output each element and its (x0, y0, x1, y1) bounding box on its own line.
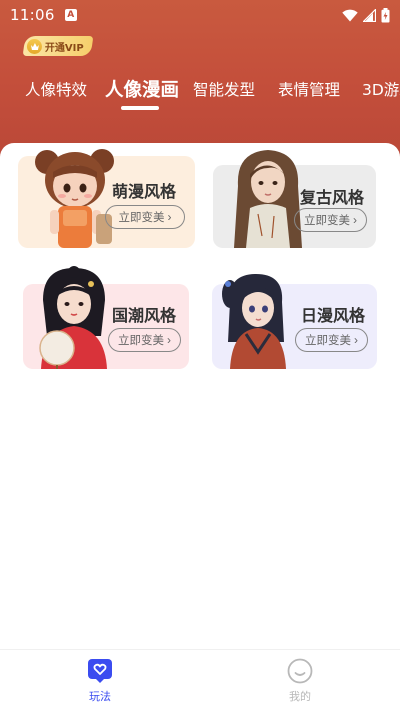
tab-smart-hairstyle[interactable]: 智能发型 (193, 78, 255, 100)
active-tab-indicator (121, 106, 159, 110)
status-bar: 11:06 A (0, 0, 400, 30)
tab-portrait-effects[interactable]: 人像特效 (25, 78, 87, 100)
chevron-right-icon: › (167, 210, 172, 224)
beautify-now-label: 立即变美 (304, 215, 350, 227)
heart-chat-icon (88, 659, 112, 683)
vip-label: 开通VIP (45, 42, 84, 54)
tab-portrait-comic[interactable]: 人像漫画 (105, 76, 179, 102)
style-card-cute-comic[interactable]: 萌漫风格 立即变美 › (18, 149, 195, 248)
style-card-retro[interactable]: 复古风格 立即变美 › (213, 150, 376, 248)
notification-app-icon: A (64, 9, 77, 21)
nav-label-mine: 我的 (289, 690, 311, 703)
beautify-now-label: 立即变美 (118, 335, 164, 347)
tab-3d-game[interactable]: 3D游戏 (362, 78, 400, 100)
beautify-now-button[interactable]: 立即变美 › (105, 205, 185, 229)
category-tabs: 人像特效 人像漫画 智能发型 表情管理 3D游戏 (0, 78, 400, 112)
card-title: 复古风格 (300, 188, 365, 207)
status-right (342, 7, 390, 23)
card-title: 萌漫风格 (112, 182, 177, 201)
cute-girl-illustration (35, 149, 114, 248)
app-screen: 11:06 A 开通VIP 人像特效 人像漫画 智能发型 表情管理 3D游 萌漫… (0, 0, 400, 711)
beautify-now-button[interactable]: 立即变美 › (108, 328, 181, 352)
vip-button[interactable]: 开通VIP (22, 36, 94, 56)
nav-label-play: 玩法 (89, 690, 111, 703)
guochao-girl-illustration (39, 266, 107, 369)
chevron-right-icon: › (354, 333, 358, 347)
chevron-right-icon: › (353, 213, 357, 227)
beautify-now-button[interactable]: 立即变美 › (295, 328, 368, 352)
beautify-now-button[interactable]: 立即变美 › (294, 208, 367, 232)
card-title: 日漫风格 (301, 306, 366, 325)
chevron-right-icon: › (167, 333, 171, 347)
style-card-japanese-anime[interactable]: 日漫风格 立即变美 › (212, 274, 377, 369)
signal-icon (363, 8, 376, 22)
retro-girl-illustration (234, 150, 302, 248)
beautify-now-label: 立即变美 (118, 212, 165, 224)
tab-expression-manage[interactable]: 表情管理 (278, 78, 340, 100)
smile-face-icon (287, 658, 313, 684)
card-title: 国潮风格 (112, 306, 177, 325)
bottom-navigation: 玩法 我的 (0, 649, 400, 711)
nav-item-play[interactable]: 玩法 (70, 658, 130, 704)
wifi-icon (342, 9, 358, 21)
beautify-now-label: 立即变美 (305, 335, 351, 347)
status-time: 11:06 (10, 6, 55, 24)
status-left: 11:06 A (10, 6, 77, 24)
crown-icon (27, 38, 42, 54)
battery-icon (381, 7, 390, 22)
nav-item-mine[interactable]: 我的 (270, 658, 330, 704)
style-card-guochao[interactable]: 国潮风格 立即变美 › (23, 266, 189, 369)
anime-girl-illustration (222, 274, 286, 369)
